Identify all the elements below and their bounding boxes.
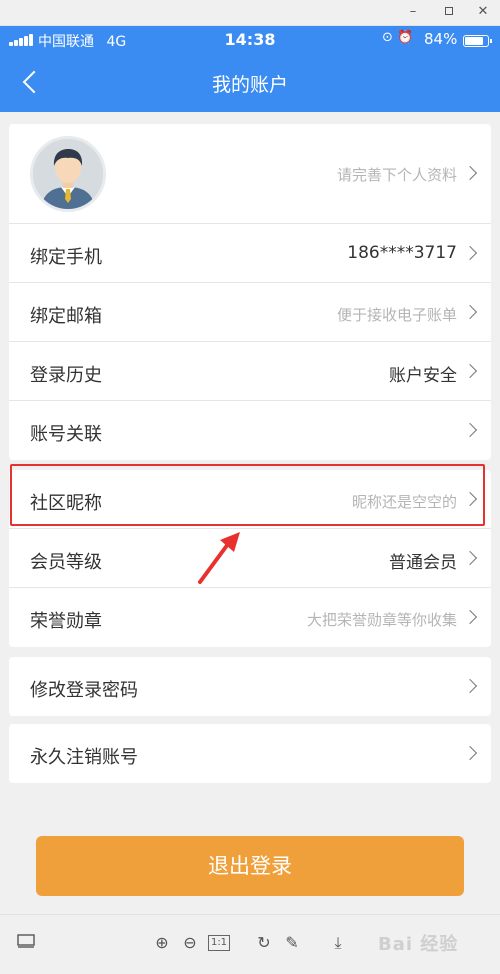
chevron-right-icon (462, 165, 478, 181)
chevron-right-icon (462, 245, 478, 261)
zoom-in-icon[interactable]: ⊕ (152, 933, 172, 953)
account-card: 请完善下个人资料 绑定手机 186****3717 绑定邮箱 便于接收电子账单登录历史… (9, 124, 491, 460)
row-value: 便于接收电子账单 (336, 306, 457, 324)
logout-button[interactable]: 退出登录 (36, 836, 464, 896)
cancel-account-row[interactable]: 永久注销账号 (9, 724, 491, 783)
setting-row[interactable]: 绑定邮箱 便于接收电子账单 (9, 283, 491, 342)
window-titlebar: – ✕ (0, 0, 500, 26)
chevron-right-icon (462, 609, 478, 625)
row-label: 绑定邮箱 (30, 306, 102, 327)
row-label: 修改登录密码 (30, 680, 138, 701)
chevron-right-icon (462, 678, 478, 694)
setting-row[interactable]: 绑定手机 186****3717 (9, 224, 491, 283)
profile-row[interactable]: 请完善下个人资料 (9, 124, 491, 224)
chevron-right-icon (462, 304, 478, 320)
actual-size-button[interactable]: 1:1 (208, 935, 230, 951)
setting-row[interactable]: 会员等级 普通会员 (9, 529, 491, 588)
app-header: 中国联通 4G 14:38 ⊙ ⏰ 84% 我的账户 (0, 26, 500, 112)
alarm-lock-icons: ⊙ ⏰ (382, 30, 414, 45)
row-label: 会员等级 (30, 552, 102, 573)
cancel-account-card: 永久注销账号 (9, 724, 491, 783)
profile-hint: 请完善下个人资料 (336, 166, 457, 184)
watermark-logo: Bai 经验 (378, 934, 459, 955)
row-label: 永久注销账号 (30, 747, 138, 768)
navigation-bar: 我的账户 (0, 58, 500, 112)
chevron-right-icon (462, 422, 478, 438)
setting-row[interactable]: 账号关联 (9, 401, 491, 460)
row-value: 大把荣誉勋章等你收集 (306, 611, 457, 629)
highlight-box (10, 464, 485, 526)
sidebar-toggle-icon[interactable] (16, 933, 36, 953)
chevron-right-icon (462, 745, 478, 761)
row-value: 账户安全 (389, 366, 457, 386)
pointer-arrow-icon (198, 532, 240, 584)
setting-row[interactable]: 登录历史 账户安全 (9, 342, 491, 401)
row-label: 荣誉勋章 (30, 611, 102, 632)
zoom-out-icon[interactable]: ⊖ (180, 933, 200, 953)
page-title: 我的账户 (211, 74, 288, 96)
status-bar: 中国联通 4G 14:38 ⊙ ⏰ 84% (0, 26, 500, 54)
battery-icon (463, 35, 492, 47)
row-label: 登录历史 (30, 365, 102, 386)
row-value: 普通会员 (389, 553, 457, 573)
chevron-right-icon (462, 363, 478, 379)
row-label: 绑定手机 (30, 247, 102, 268)
battery-percent: 84% (424, 30, 458, 48)
minimize-button[interactable]: – (398, 0, 428, 26)
maximize-icon (445, 7, 453, 15)
change-password-row[interactable]: 修改登录密码 (9, 657, 491, 716)
row-label: 账号关联 (30, 424, 102, 445)
viewer-toolbar: ⊕ ⊖ 1:1 ↻ ✎ ⤓ Bai 经验 (0, 914, 500, 974)
rotate-icon[interactable]: ↻ (254, 933, 274, 953)
close-button[interactable]: ✕ (468, 0, 498, 26)
setting-row[interactable]: 荣誉勋章 大把荣誉勋章等你收集 (9, 588, 491, 647)
chevron-right-icon (462, 550, 478, 566)
edit-icon[interactable]: ✎ (282, 933, 302, 953)
user-avatar-icon[interactable] (30, 136, 106, 212)
download-icon[interactable]: ⤓ (328, 933, 348, 953)
maximize-button[interactable] (434, 0, 464, 26)
password-card: 修改登录密码 (9, 657, 491, 716)
row-value: 186****3717 (347, 243, 457, 263)
